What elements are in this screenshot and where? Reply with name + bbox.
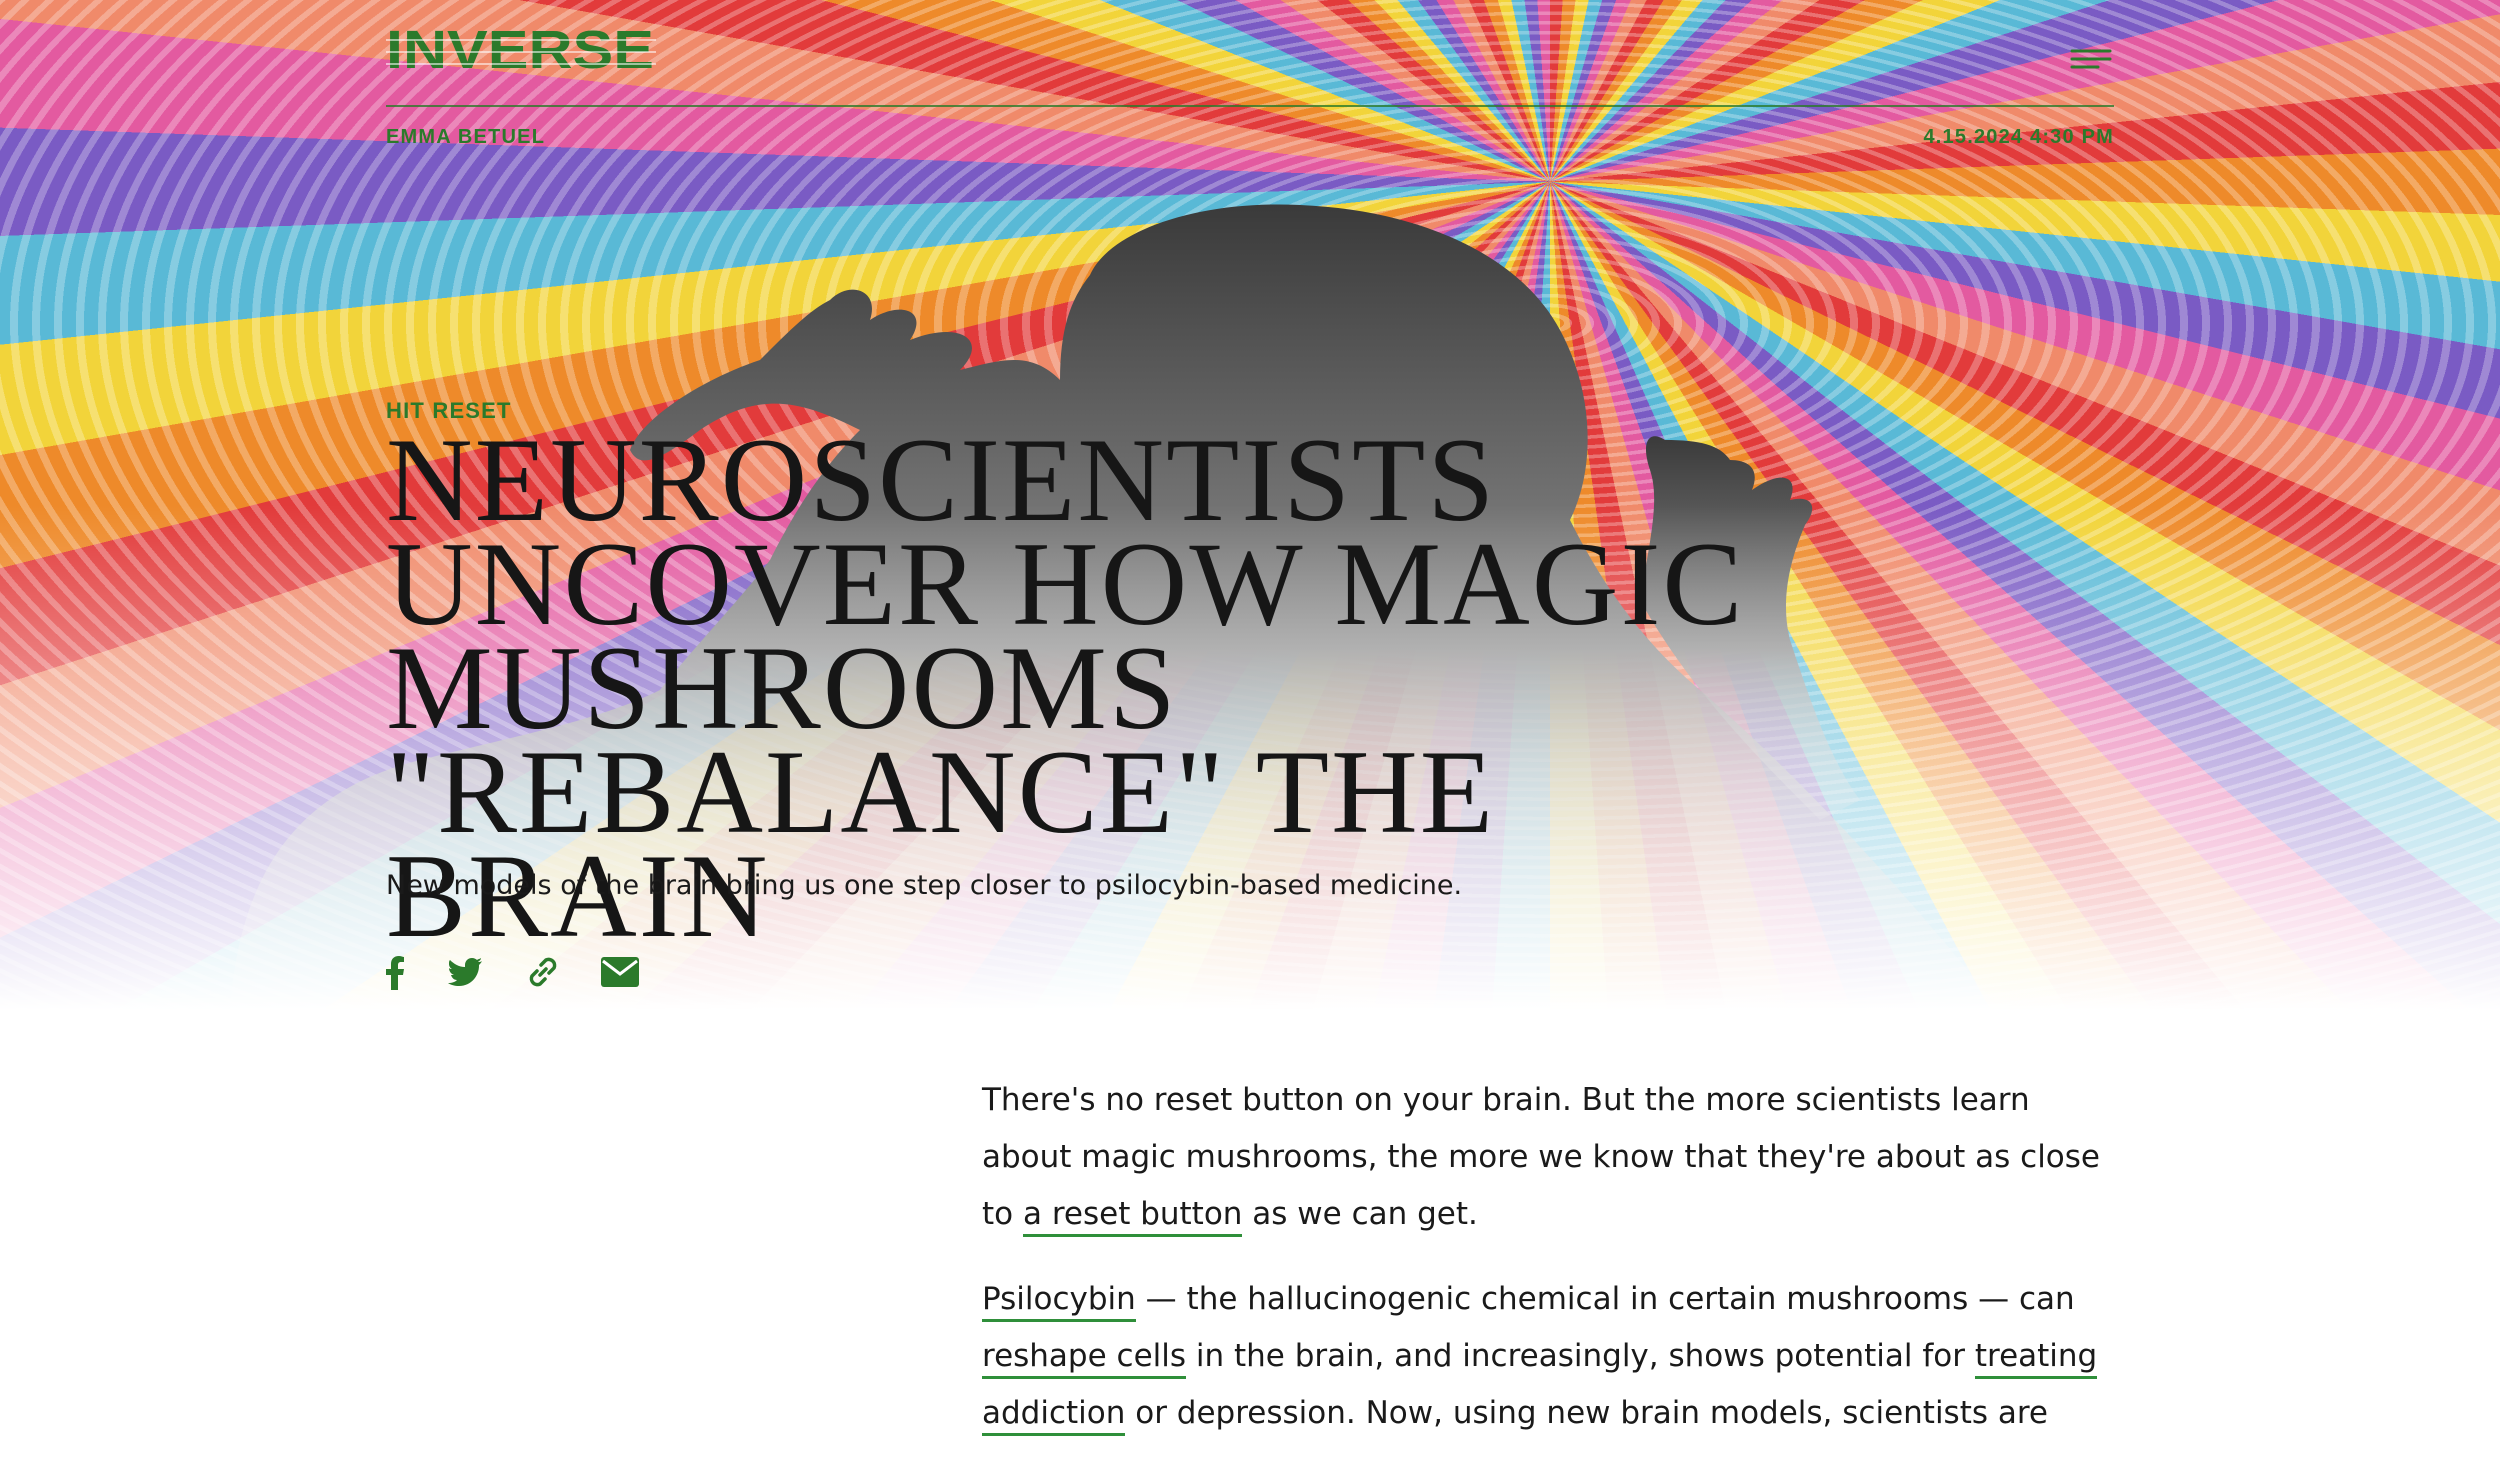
twitter-icon[interactable]	[448, 954, 482, 990]
inline-link-reset-button[interactable]: a reset button	[1022, 1196, 1243, 1237]
article-body: There's no reset button on your brain. B…	[982, 1072, 2102, 1470]
article-subtitle: New models of the brain bring us one ste…	[386, 870, 1463, 901]
hamburger-menu-icon[interactable]	[2068, 48, 2114, 70]
inverse-logo[interactable]: INVERSE	[386, 22, 656, 78]
paragraph-text: or depression. Now, using new brain mode…	[1125, 1395, 2049, 1431]
paragraph-text: — the hallucinogenic chemical in certain…	[1135, 1281, 2075, 1317]
article-paragraph: There's no reset button on your brain. B…	[982, 1072, 2102, 1243]
publish-date: 4.15.2024 4:30 PM	[1923, 126, 2114, 148]
inline-link-psilocybin[interactable]: Psilocybin	[982, 1281, 1136, 1322]
logo-text: INVERSE	[386, 22, 654, 78]
facebook-icon[interactable]	[386, 954, 406, 990]
header-divider	[386, 105, 2114, 107]
paragraph-text: as we can get.	[1242, 1196, 1478, 1232]
link-icon[interactable]	[526, 954, 560, 990]
author-byline[interactable]: EMMA BETUEL	[386, 126, 545, 149]
headline-line: "REBALANCE" THE BRAIN	[386, 725, 1496, 962]
email-icon[interactable]	[601, 954, 639, 990]
inline-link-reshape-cells[interactable]: reshape cells	[982, 1338, 1187, 1379]
paragraph-text: in the brain, and increasingly, shows po…	[1186, 1338, 1975, 1374]
article-paragraph: Psilocybin — the hallucinogenic chemical…	[982, 1271, 2102, 1442]
